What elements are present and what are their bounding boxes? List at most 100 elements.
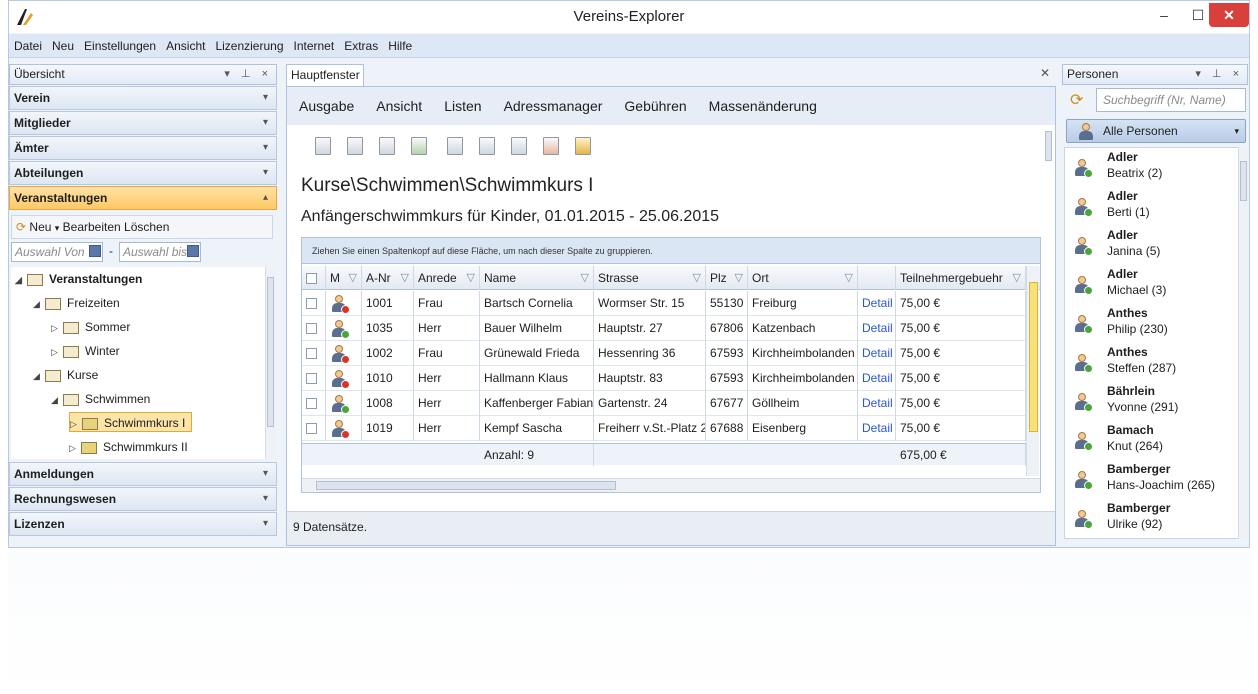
tab-hauptfenster[interactable]: Hauptfenster (286, 64, 364, 86)
checkbox[interactable] (306, 398, 317, 410)
ribbon-listen[interactable]: Listen (432, 87, 491, 125)
filter-icon[interactable]: ▽ (693, 266, 701, 290)
menu-neu[interactable]: Neu (47, 34, 79, 58)
edit-button[interactable]: Bearbeiten (63, 220, 121, 234)
header-select[interactable] (302, 266, 326, 290)
group-by-bar[interactable]: Ziehen Sie einen Spaltenkopf auf diese F… (302, 238, 1040, 264)
filter-icon[interactable]: ▽ (845, 266, 853, 290)
ribbon-massenaenderung[interactable]: Massenänderung (697, 87, 827, 125)
new-button[interactable]: Neu (29, 220, 51, 234)
header-plz[interactable]: Plz ▽ (706, 266, 748, 290)
ribbon-gebuehren[interactable]: Gebühren (612, 87, 696, 125)
expand-icon[interactable]: ▷ (51, 318, 63, 338)
delete-button[interactable]: Löschen (124, 220, 169, 234)
category-rechnungswesen[interactable]: Rechnungswesen ▾ (9, 487, 277, 511)
table-row[interactable]: 1035 Herr Bauer Wilhelm Hauptstr. 27 678… (302, 316, 1026, 341)
tree-node-freizeiten[interactable]: ◢ Freizeiten (33, 293, 120, 313)
tree-scrollbar[interactable] (265, 267, 275, 459)
category-mitglieder[interactable]: Mitglieder ▾ (9, 111, 277, 135)
table-row[interactable]: 1001 Frau Bartsch Cornelia Wormser Str. … (302, 291, 1026, 316)
category-verein[interactable]: Verein ▾ (9, 86, 277, 110)
menu-ansicht[interactable]: Ansicht (161, 34, 210, 58)
ribbon-ausgabe[interactable]: Ausgabe (287, 87, 364, 125)
header-m[interactable]: M ▽ (326, 266, 362, 290)
minimize-button[interactable]: – (1149, 3, 1179, 27)
category-veranstaltungen[interactable]: Veranstaltungen ▴ (9, 186, 277, 210)
menu-extras[interactable]: Extras (339, 34, 383, 58)
checkbox[interactable] (306, 273, 317, 285)
refresh-icon[interactable]: ⟳ (1070, 90, 1083, 110)
persons-scrollbar[interactable] (1238, 147, 1248, 539)
ribbon-ansicht[interactable]: Ansicht (364, 87, 432, 125)
filter-icon[interactable]: ▽ (401, 266, 409, 290)
menu-hilfe[interactable]: Hilfe (383, 34, 417, 58)
clipboard-icon[interactable] (575, 137, 591, 155)
header-strasse[interactable]: Strasse ▽ (594, 266, 706, 290)
calendar-icon[interactable] (187, 245, 199, 257)
scroll-thumb[interactable] (1045, 131, 1052, 161)
list-item[interactable]: Anthes Steffen (287) (1065, 343, 1241, 384)
close-document-icon[interactable]: ✕ (1040, 66, 1050, 80)
header-name[interactable]: Name ▽ (480, 266, 594, 290)
menu-lizenzierung[interactable]: Lizenzierung (210, 34, 288, 58)
list-item[interactable]: Adler Beatrix (2) (1065, 148, 1241, 189)
checkbox[interactable] (306, 298, 317, 310)
expand-icon[interactable]: ▷ (51, 342, 63, 362)
detail-link[interactable]: Detail (858, 341, 896, 366)
detail-link[interactable]: Detail (858, 316, 896, 341)
detail-link[interactable]: Detail (858, 366, 896, 391)
table-row[interactable]: 1008 Herr Kaffenberger Fabian Gartenstr.… (302, 391, 1026, 416)
report-icon[interactable] (447, 137, 463, 155)
checkbox[interactable] (306, 348, 317, 360)
print-icon[interactable] (511, 137, 527, 155)
detail-link[interactable]: Detail (858, 291, 896, 316)
list-item[interactable]: Anthes Philip (230) (1065, 304, 1241, 345)
detail-link[interactable]: Detail (858, 391, 896, 416)
list-item[interactable]: Bährlein Yvonne (291) (1065, 382, 1241, 423)
checkbox[interactable] (306, 423, 317, 435)
tree-node-sommer[interactable]: ▷ Sommer (51, 317, 130, 337)
document-icon[interactable] (315, 137, 331, 155)
scroll-thumb[interactable] (1029, 282, 1038, 432)
menu-internet[interactable]: Internet (289, 34, 340, 58)
category-anmeldungen[interactable]: Anmeldungen ▾ (9, 462, 277, 486)
grid-horizontal-scrollbar[interactable] (302, 478, 1040, 492)
filter-icon[interactable]: ▽ (349, 266, 357, 290)
header-teilnehmergebuehr[interactable]: Teilnehmergebuehr ▽ (896, 266, 1026, 290)
expand-icon[interactable]: ◢ (33, 366, 45, 386)
list-item[interactable]: Adler Michael (3) (1065, 265, 1241, 306)
all-persons-button[interactable]: Alle Personen ▾ (1066, 119, 1246, 143)
export-word-icon[interactable] (379, 137, 395, 155)
table-row[interactable]: 1010 Herr Hallmann Klaus Hauptstr. 83 67… (302, 366, 1026, 391)
person-search-input[interactable]: Suchbegriff (Nr, Name) (1096, 88, 1246, 112)
filter-icon[interactable]: ▽ (735, 266, 743, 290)
list-item[interactable]: Bamberger Hans-Joachim (265) (1065, 460, 1241, 501)
category-abteilungen[interactable]: Abteilungen ▾ (9, 161, 277, 185)
list-item[interactable]: Adler Janina (5) (1065, 226, 1241, 267)
menu-einstellungen[interactable]: Einstellungen (79, 34, 161, 58)
header-detail[interactable] (858, 266, 896, 290)
tree-node-schwimmkurs-1[interactable]: ▷ Schwimmkurs I (69, 412, 193, 432)
tree-node-kurse[interactable]: ◢ Kurse (33, 365, 98, 385)
header-a-nr[interactable]: A-Nr ▽ (362, 266, 414, 290)
close-button[interactable]: ✕ (1209, 3, 1249, 27)
detail-link[interactable]: Detail (858, 416, 896, 441)
list-item[interactable]: Bamberger Ulrike (92) (1065, 499, 1241, 538)
header-anrede[interactable]: Anrede ▽ (414, 266, 480, 290)
tree-node-winter[interactable]: ▷ Winter (51, 341, 120, 361)
expand-icon[interactable]: ▷ (69, 438, 81, 458)
checkbox[interactable] (306, 373, 317, 385)
expand-icon[interactable]: ◢ (51, 390, 63, 410)
tree-node-schwimmen[interactable]: ◢ Schwimmen (51, 389, 150, 409)
tree-node-veranstaltungen[interactable]: ◢ Veranstaltungen (15, 269, 142, 289)
ribbon-adressmanager[interactable]: Adressmanager (492, 87, 613, 125)
list-item[interactable]: Bamach Knut (264) (1065, 421, 1241, 462)
category-lizenzen[interactable]: Lizenzen ▾ (9, 512, 277, 536)
export-word-icon[interactable] (347, 137, 363, 155)
pane-controls[interactable]: ▾ ⊥ × (224, 65, 272, 84)
header-ort[interactable]: Ort ▽ (748, 266, 858, 290)
tree-node-schwimmkurs-2[interactable]: ▷ Schwimmkurs II (69, 437, 188, 457)
expand-icon[interactable]: ◢ (15, 270, 27, 290)
export-excel-icon[interactable] (411, 137, 427, 155)
scroll-thumb[interactable] (267, 277, 274, 427)
